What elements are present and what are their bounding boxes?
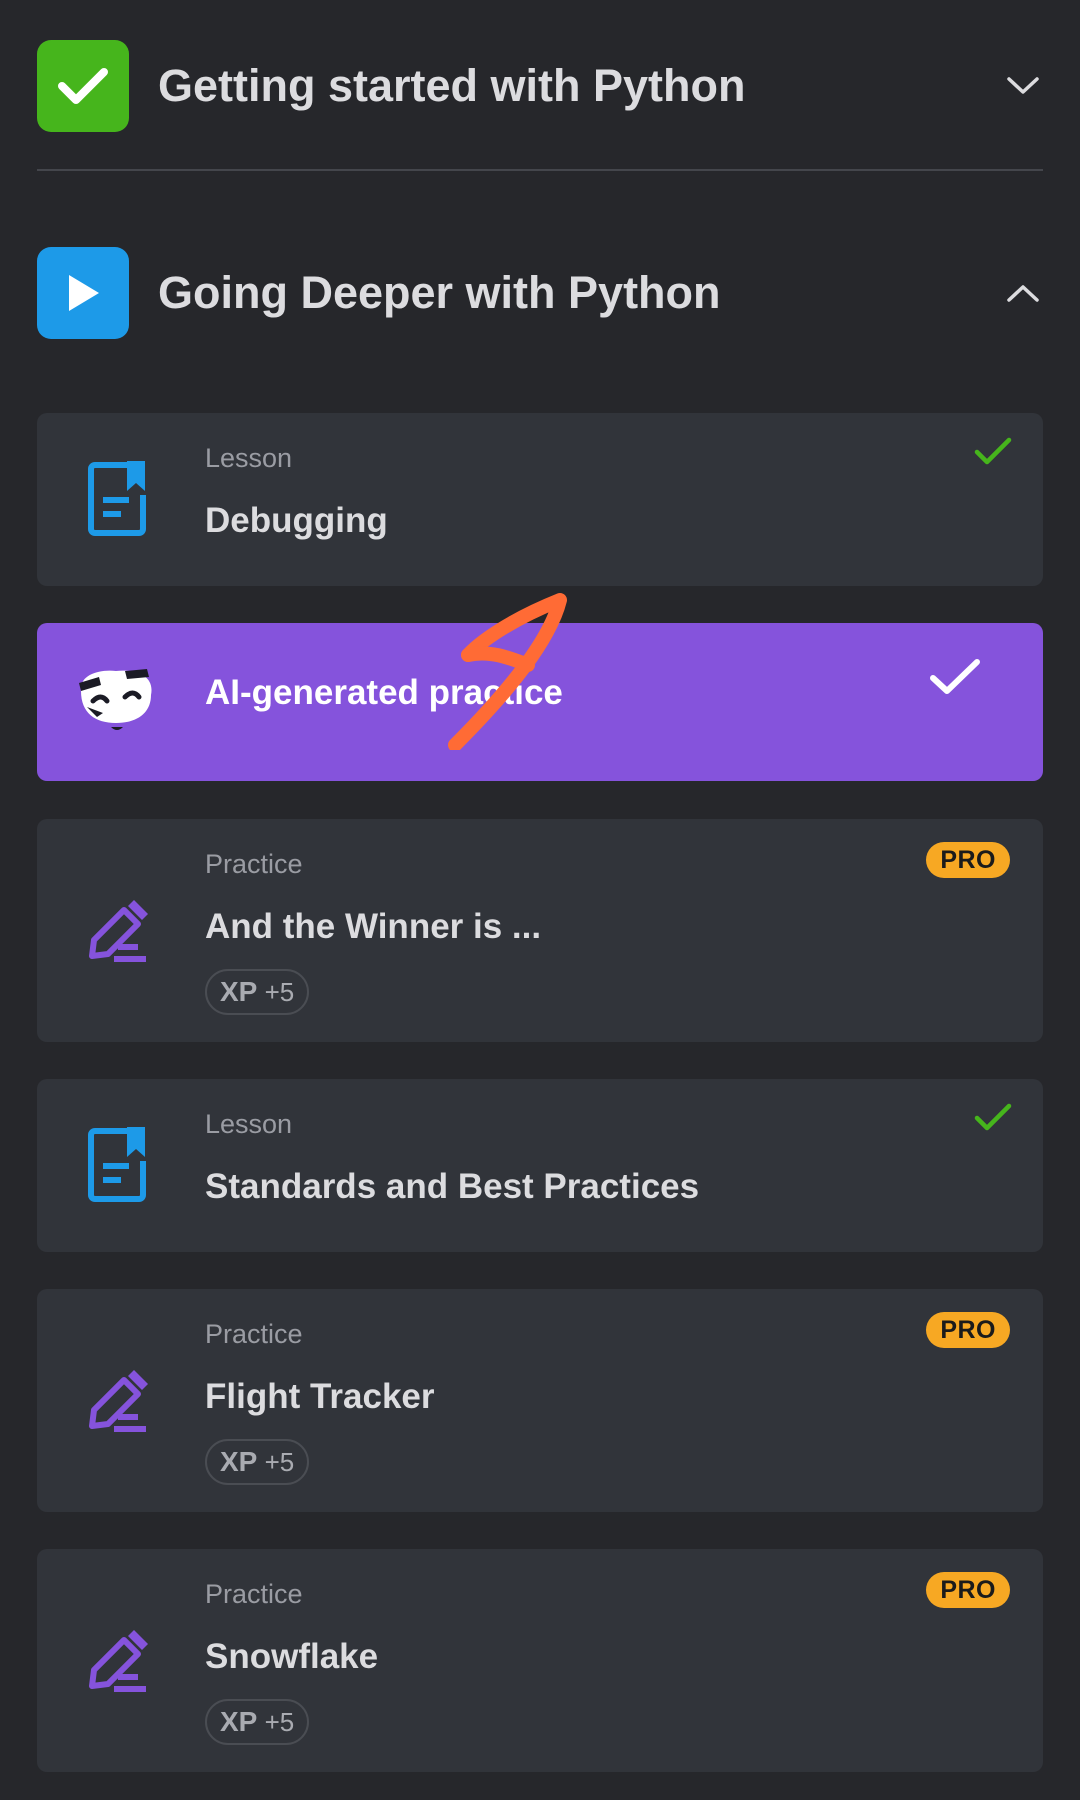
module-title: Getting started with Python xyxy=(158,60,746,111)
item-title: Snowflake xyxy=(205,1637,379,1676)
pro-badge: PRO xyxy=(926,842,1010,878)
item-kind-label: Practice xyxy=(205,1319,303,1349)
pro-badge: PRO xyxy=(926,1572,1010,1608)
xp-chip: XP +5 xyxy=(205,1439,310,1485)
completed-check-icon xyxy=(974,1103,1012,1131)
item-title: And the Winner is ... xyxy=(205,907,542,946)
lesson-item-debugging[interactable]: Lesson Debugging xyxy=(37,413,1043,586)
xp-label: XP xyxy=(220,1446,258,1477)
lesson-icon xyxy=(77,1125,157,1205)
course-module-list: Getting started with Python Going Deeper… xyxy=(0,0,1080,1800)
check-icon xyxy=(37,40,129,132)
xp-chip: XP +5 xyxy=(205,969,310,1015)
item-title: AI-generated practice xyxy=(205,673,563,712)
practice-pencil-icon xyxy=(77,1621,157,1701)
chevron-up-icon[interactable] xyxy=(1003,273,1043,313)
lesson-icon xyxy=(77,459,157,539)
item-kind-label: Lesson xyxy=(205,1109,293,1139)
practice-item-flight-tracker[interactable]: Practice Flight Tracker PRO XP +5 xyxy=(37,1289,1043,1512)
ai-mascot-icon xyxy=(73,659,159,739)
pro-badge: PRO xyxy=(926,1312,1010,1348)
practice-item-snowflake[interactable]: Practice Snowflake PRO XP +5 xyxy=(37,1549,1043,1772)
completed-check-icon xyxy=(974,437,1012,465)
chevron-down-icon[interactable] xyxy=(1003,66,1043,106)
ai-practice-item[interactable]: AI-generated practice xyxy=(37,623,1043,781)
xp-value: +5 xyxy=(264,977,295,1007)
item-kind-label: Practice xyxy=(205,1579,303,1609)
item-title: Standards and Best Practices xyxy=(205,1167,700,1206)
lesson-item-standards[interactable]: Lesson Standards and Best Practices xyxy=(37,1079,1043,1252)
item-title: Flight Tracker xyxy=(205,1377,435,1416)
xp-label: XP xyxy=(220,1706,258,1737)
xp-label: XP xyxy=(220,976,258,1007)
xp-value: +5 xyxy=(264,1707,295,1737)
xp-value: +5 xyxy=(264,1447,295,1477)
completed-check-icon xyxy=(930,659,980,694)
module-title: Going Deeper with Python xyxy=(158,267,721,318)
item-kind-label: Lesson xyxy=(205,443,293,473)
module-divider xyxy=(37,169,1043,171)
practice-pencil-icon xyxy=(77,1361,157,1441)
module-header-going-deeper[interactable]: Going Deeper with Python xyxy=(37,247,1043,339)
module-header-getting-started[interactable]: Getting started with Python xyxy=(37,40,1043,132)
practice-pencil-icon xyxy=(77,891,157,971)
item-kind-label: Practice xyxy=(205,849,303,879)
practice-item-winner[interactable]: Practice And the Winner is ... PRO XP +5 xyxy=(37,819,1043,1042)
xp-chip: XP +5 xyxy=(205,1699,310,1745)
item-title: Debugging xyxy=(205,501,388,540)
play-icon xyxy=(37,247,129,339)
